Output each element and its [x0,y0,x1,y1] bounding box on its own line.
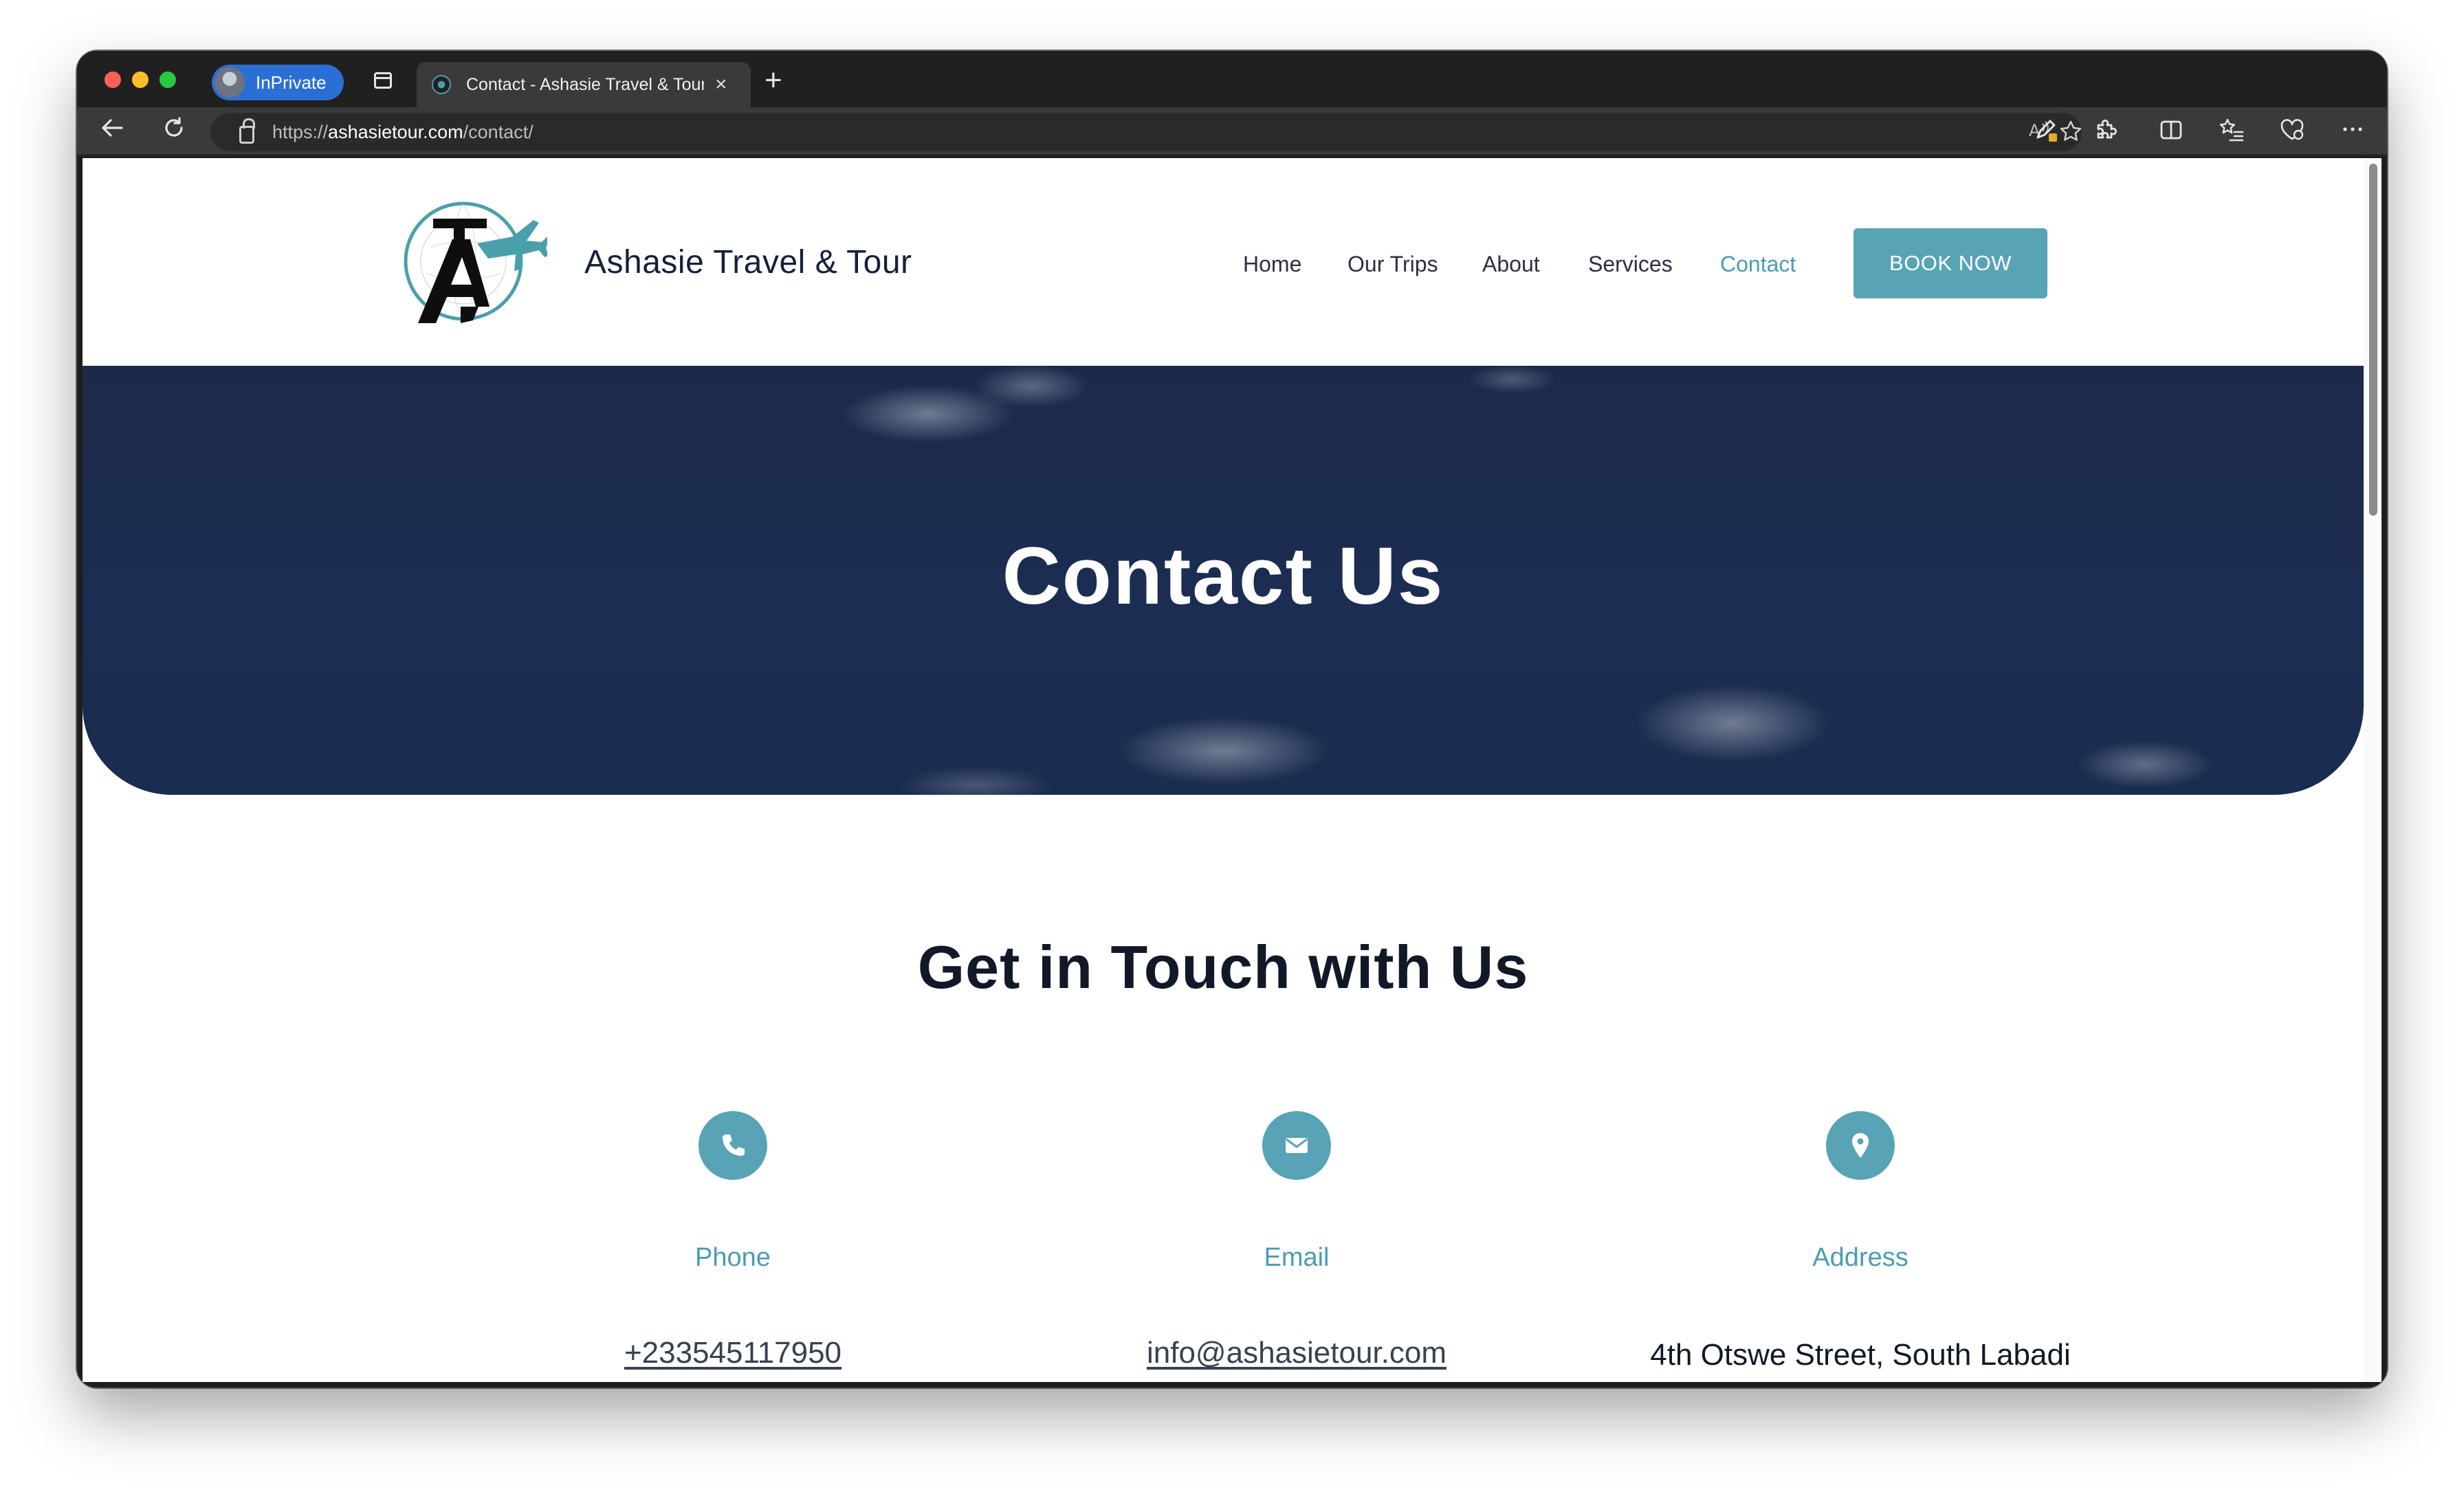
nav-our-trips[interactable]: Our Trips [1348,252,1438,277]
tab-close-icon[interactable]: × [715,73,727,96]
email-link[interactable]: info@ashasietour.com [1056,1336,1537,1370]
page-title: Contact Us [1002,531,1444,622]
inprivate-label: InPrivate [256,72,327,93]
url-scheme: https:// [272,121,329,142]
contact-address-card: Address 4th Otswe Street, South Labadi E… [1620,1111,2101,1382]
browser-essentials-icon[interactable] [2278,117,2306,148]
page-viewport: Ashasie Travel & Tour Home Our Trips Abo… [82,158,2382,1382]
refresh-icon[interactable] [158,116,190,147]
nav-about[interactable]: About [1482,252,1540,277]
url-path: /contact/ [463,121,534,142]
address-label: Address [1812,1243,1908,1272]
extension-pen-icon[interactable] [2032,117,2060,149]
split-screen-icon[interactable] [2157,117,2185,148]
contact-phone-card: Phone +233545117950 [492,1111,974,1370]
inprivate-badge[interactable]: InPrivate [212,65,344,100]
envelope-icon [1262,1111,1331,1180]
tab-title: Contact - Ashasie Travel & Tour [466,74,704,94]
favorites-list-icon[interactable] [2218,117,2245,148]
nav-contact[interactable]: Contact [1720,252,1796,277]
page-scrollbar[interactable] [2364,158,2382,1382]
site-favicon-icon [432,75,451,94]
brand-name[interactable]: Ashasie Travel & Tour [584,243,912,281]
browser-window: InPrivate Contact - Ashasie Travel & Tou… [77,51,2387,1387]
back-arrow-icon[interactable] [96,116,128,147]
phone-icon [698,1111,767,1180]
lock-icon [239,118,255,144]
extensions-icon[interactable] [2091,117,2119,148]
address-bar[interactable]: https:// ashasietour.com /contact/ A [210,113,2082,151]
site-header: Ashasie Travel & Tour Home Our Trips Abo… [82,158,2364,366]
zoom-window-button[interactable] [160,72,176,88]
phone-label: Phone [695,1243,771,1272]
phone-link[interactable]: +233545117950 [492,1336,974,1370]
contact-email-card: Email info@ashasietour.com [1056,1111,1537,1370]
brand-logo[interactable] [403,198,551,329]
navigation-bar: https:// ashasietour.com /contact/ A [77,107,2387,155]
nav-home[interactable]: Home [1243,252,1301,277]
map-pin-icon [1826,1111,1895,1180]
new-tab-button[interactable]: + [764,63,782,98]
email-label: Email [1264,1243,1330,1272]
favorite-star-icon[interactable] [2057,120,2084,148]
avatar [214,67,245,98]
nav-services[interactable]: Services [1588,252,1673,277]
tab-contact[interactable]: Contact - Ashasie Travel & Tour × [417,62,751,107]
section-heading: Get in Touch with Us [917,933,1529,1001]
more-menu-icon[interactable] [2339,117,2366,146]
close-window-button[interactable] [104,72,121,88]
url-host: ashasietour.com [328,121,463,142]
tab-actions-icon[interactable] [371,69,395,92]
title-bar: InPrivate Contact - Ashasie Travel & Tou… [77,51,2387,107]
book-now-button[interactable]: BOOK NOW [1854,228,2047,298]
minimize-window-button[interactable] [132,72,148,88]
address-text: 4th Otswe Street, South Labadi Estate [1650,1338,2071,1382]
hero-banner: Contact Us [82,366,2364,795]
scrollbar-thumb[interactable] [2369,164,2377,516]
